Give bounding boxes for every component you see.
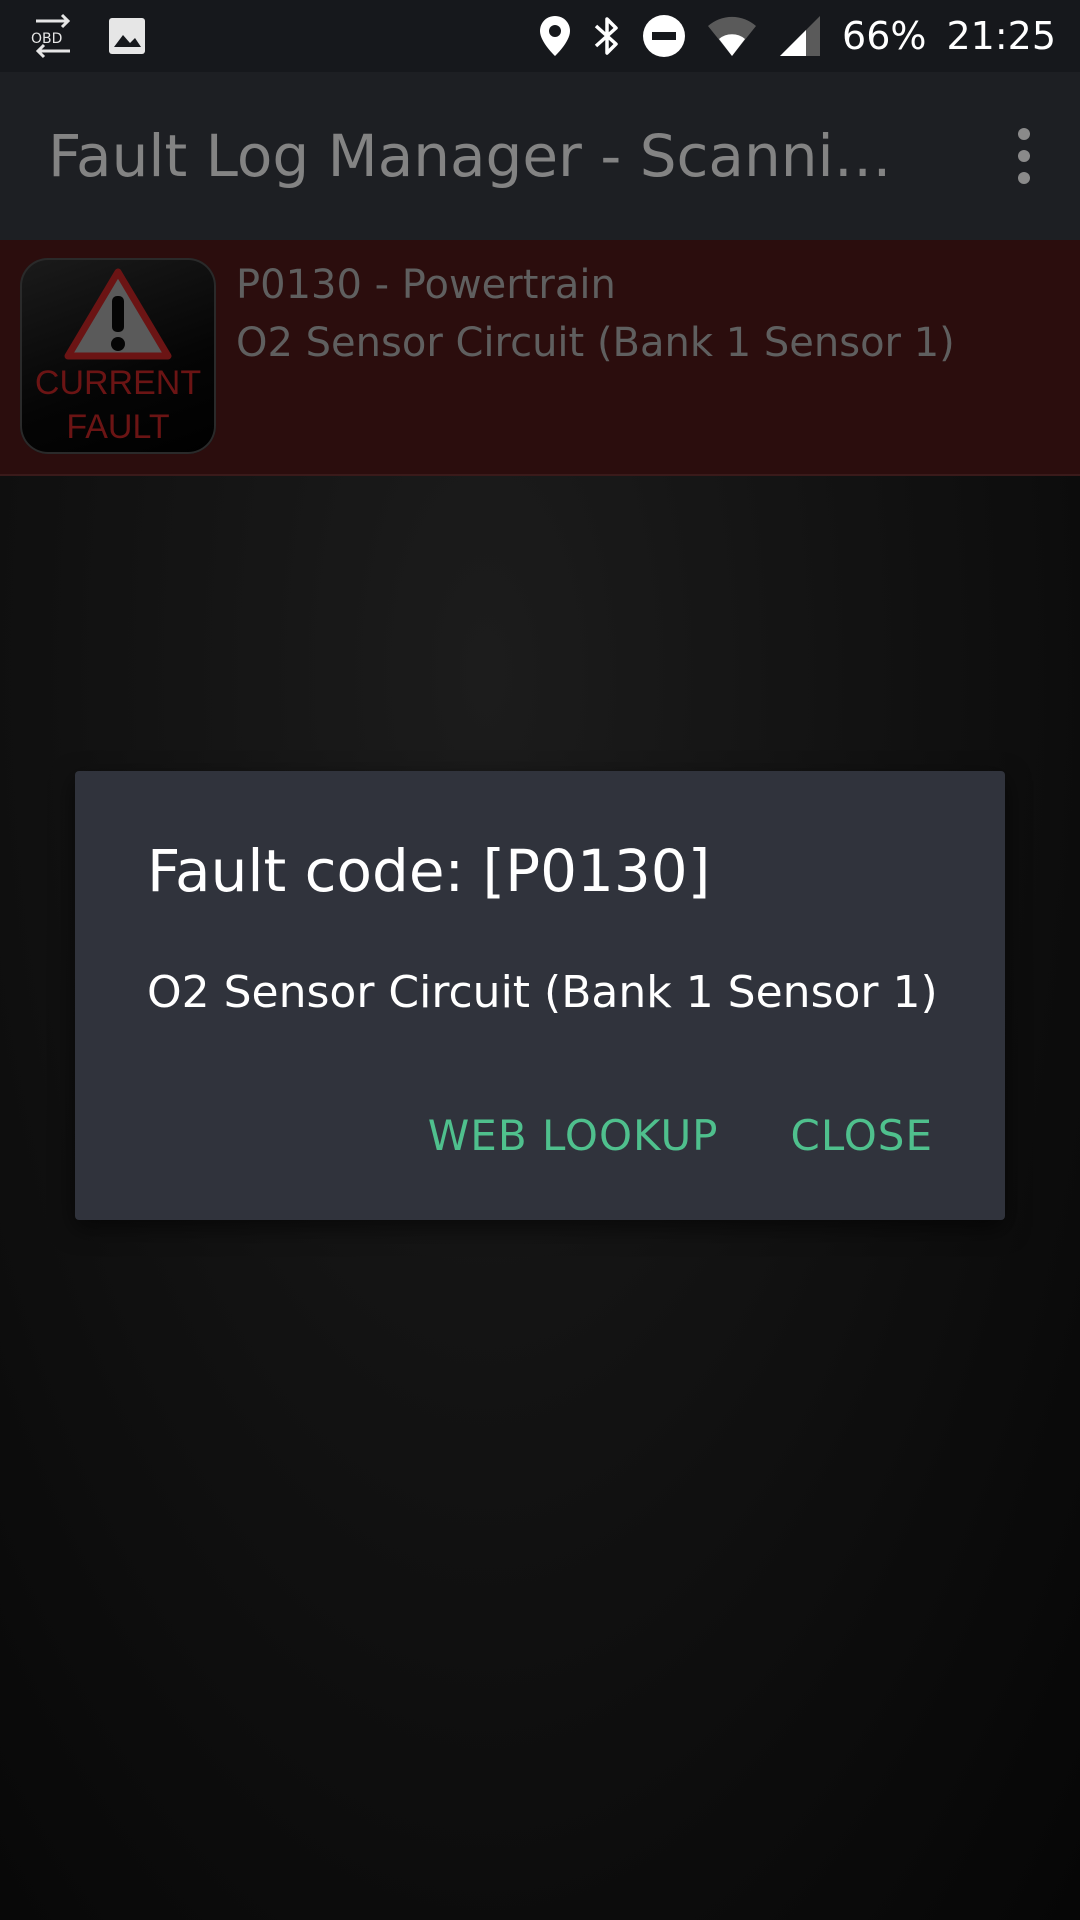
image-icon <box>106 15 148 57</box>
clock: 21:25 <box>946 14 1056 58</box>
status-right: 66% 21:25 <box>538 14 1080 58</box>
cellular-signal-icon <box>778 14 822 58</box>
obd-icon: OBD <box>28 11 78 61</box>
dialog-title: Fault code: [P0130] <box>147 837 711 905</box>
dialog-message: O2 Sensor Circuit (Bank 1 Sensor 1) <box>147 967 938 1018</box>
obd-label: OBD <box>31 31 62 47</box>
screen: OBD 66% 21:25 Fault Log Manager - Scanni… <box>0 0 1080 1920</box>
fault-description: O2 Sensor Circuit (Bank 1 Sensor 1) <box>236 320 955 366</box>
app-bar: Fault Log Manager - Scanning(2... <box>0 72 1080 240</box>
dialog-actions: WEB LOOKUP CLOSE <box>428 1111 933 1160</box>
badge-line-1: CURRENT <box>34 364 202 402</box>
fault-code-line: P0130 - Powertrain <box>236 262 616 308</box>
close-button[interactable]: CLOSE <box>791 1111 933 1160</box>
do-not-disturb-icon <box>642 14 686 58</box>
wifi-icon <box>706 14 758 58</box>
bluetooth-icon <box>592 14 622 58</box>
current-fault-badge: CURRENT FAULT <box>20 258 216 454</box>
status-left: OBD <box>0 11 148 61</box>
battery-percentage: 66% <box>842 14 927 58</box>
location-icon <box>538 14 572 58</box>
web-lookup-button[interactable]: WEB LOOKUP <box>428 1111 719 1160</box>
badge-line-2: FAULT <box>66 408 170 446</box>
more-vert-icon[interactable] <box>1004 128 1044 184</box>
status-bar: OBD 66% 21:25 <box>0 0 1080 72</box>
fault-code-dialog: Fault code: [P0130] O2 Sensor Circuit (B… <box>75 771 1005 1220</box>
app-title: Fault Log Manager - Scanning(2... <box>48 122 928 190</box>
